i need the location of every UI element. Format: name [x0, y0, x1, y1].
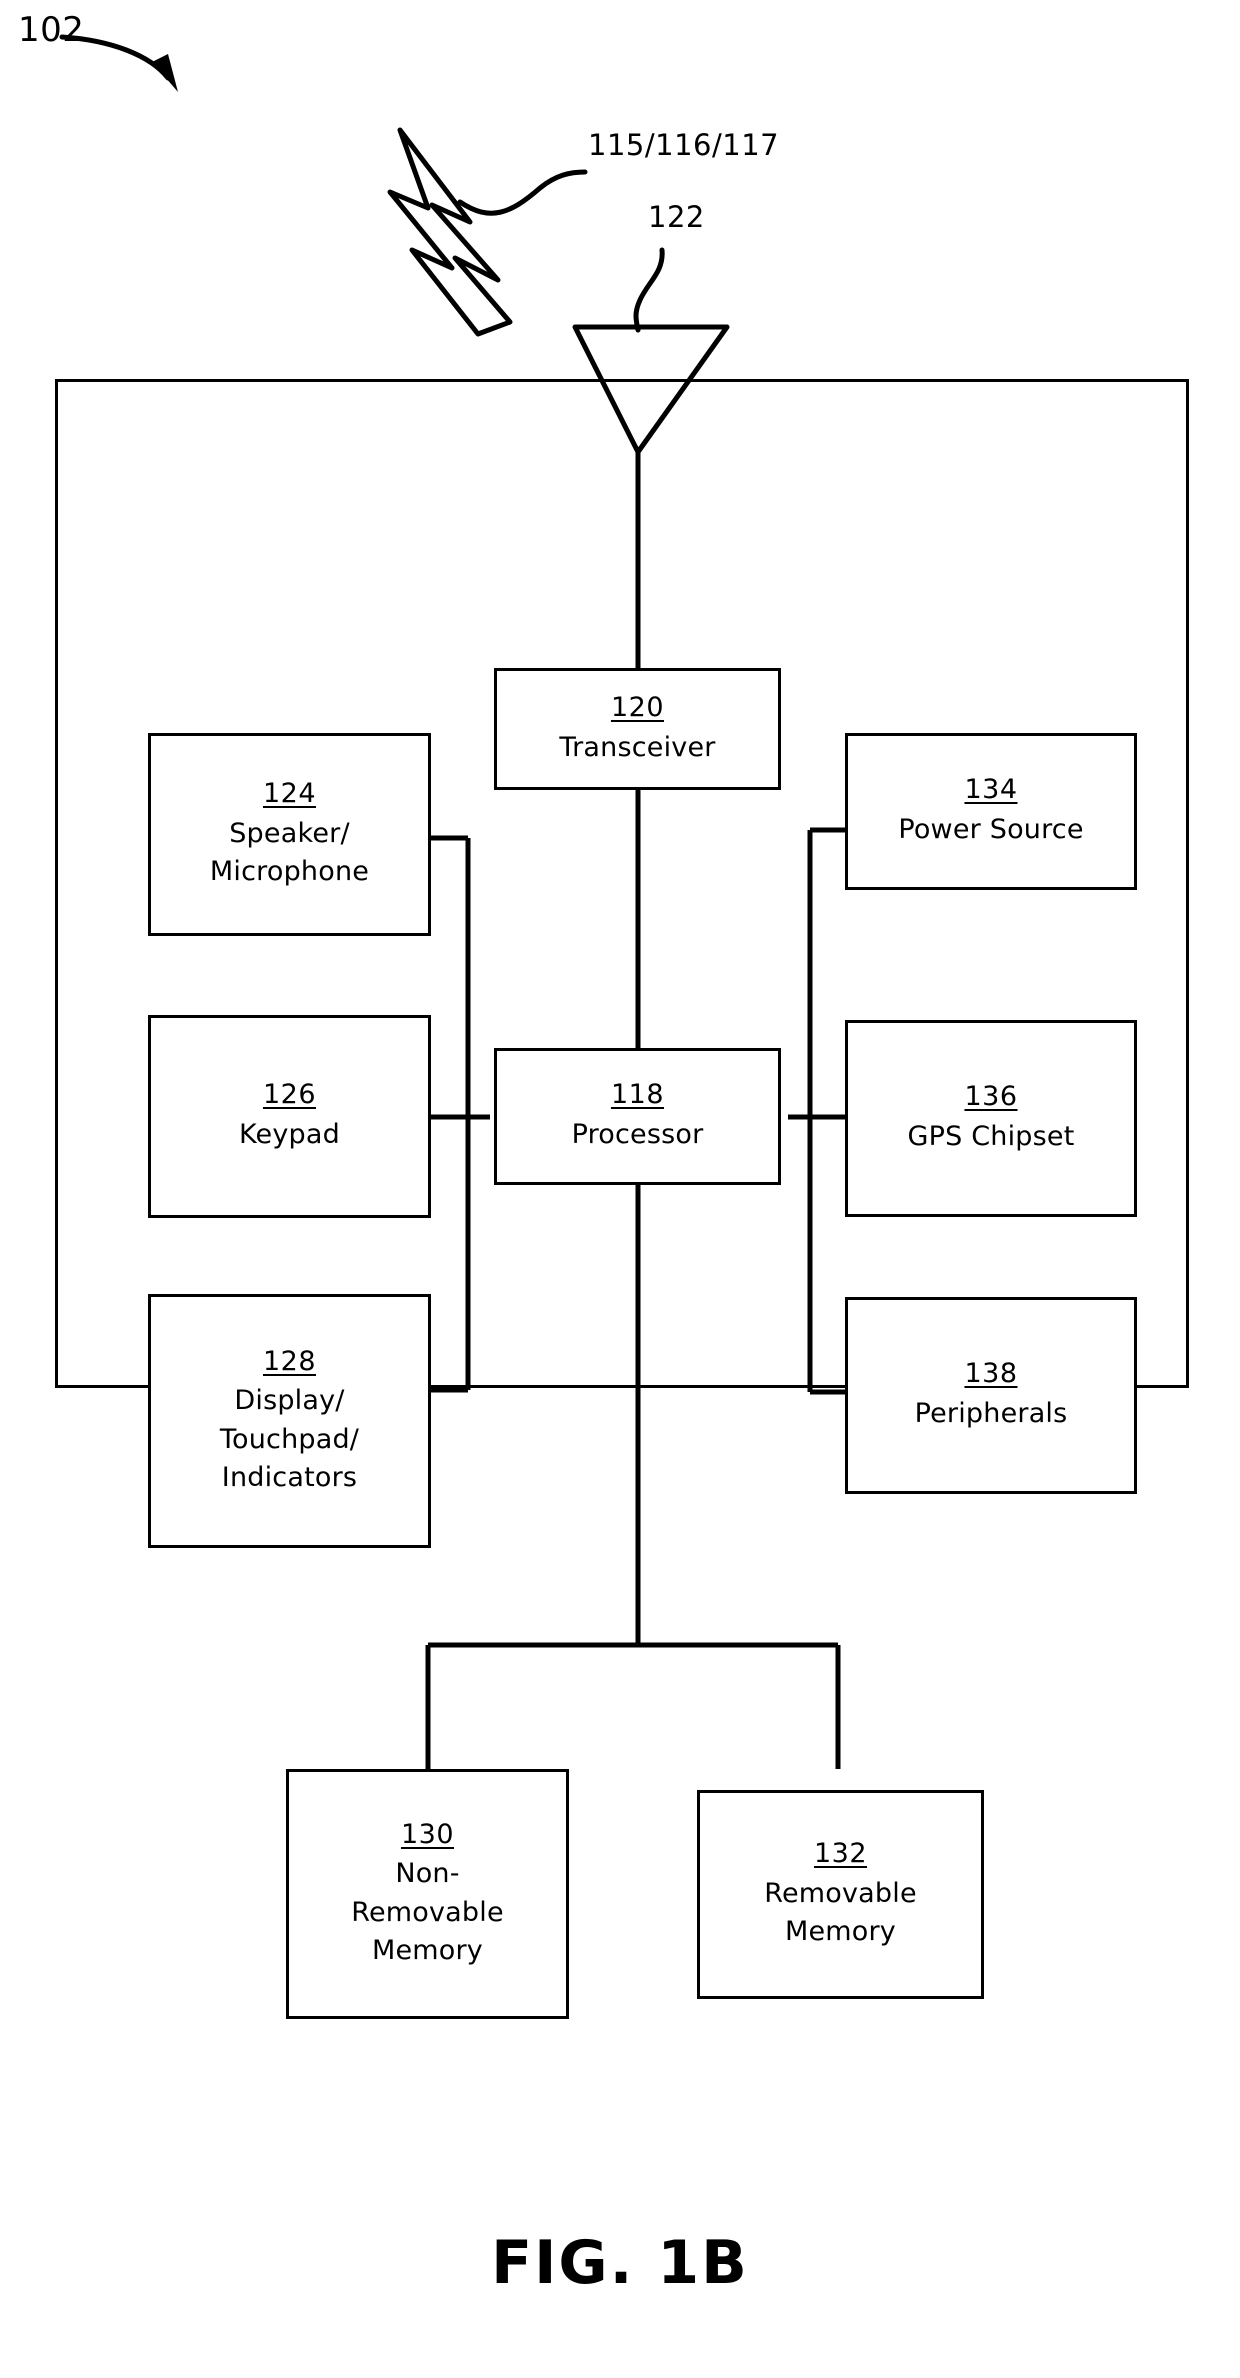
patent-figure: 102 115/116/117 122 120 Transceiver 124 … — [0, 0, 1240, 2378]
block-processor-label: Processor — [571, 1119, 704, 1151]
block-nonremovable-label: Non- Removable Memory — [351, 1858, 504, 1967]
block-transceiver-label: Transceiver — [559, 731, 716, 763]
block-keypad-label: Keypad — [239, 1119, 340, 1151]
block-keypad[interactable]: 126 Keypad — [148, 1015, 431, 1218]
block-display-label: Display/ Touchpad/ Indicators — [219, 1385, 360, 1494]
antenna-ref-label: 122 — [648, 200, 705, 234]
block-speaker-ref: 124 — [262, 778, 317, 810]
block-power-label: Power Source — [898, 814, 1084, 846]
block-display-touchpad-indicators[interactable]: 128 Display/ Touchpad/ Indicators — [148, 1294, 431, 1548]
block-power-ref: 134 — [964, 774, 1018, 806]
block-speaker-microphone[interactable]: 124 Speaker/ Microphone — [148, 733, 431, 936]
air-interface-leader — [457, 169, 588, 216]
block-processor[interactable]: 118 Processor — [494, 1048, 781, 1185]
block-processor-ref: 118 — [610, 1079, 665, 1111]
block-gps-ref: 136 — [964, 1081, 1018, 1113]
block-gps-label: GPS Chipset — [907, 1121, 1075, 1153]
block-removable-ref: 132 — [813, 1838, 868, 1870]
block-peripherals-ref: 138 — [964, 1358, 1018, 1390]
air-interface-label: 115/116/117 — [588, 128, 780, 162]
block-non-removable-memory[interactable]: 130 Non- Removable Memory — [286, 1769, 569, 2019]
device-ref-label: 102 — [18, 10, 85, 50]
block-power-source[interactable]: 134 Power Source — [845, 733, 1137, 890]
antenna-leader — [633, 247, 665, 333]
block-transceiver-ref: 120 — [610, 691, 665, 723]
block-peripherals[interactable]: 138 Peripherals — [845, 1297, 1137, 1494]
block-transceiver[interactable]: 120 Transceiver — [494, 668, 781, 790]
block-nonremovable-ref: 130 — [400, 1818, 455, 1850]
block-peripherals-label: Peripherals — [914, 1398, 1068, 1430]
block-keypad-ref: 126 — [262, 1079, 317, 1111]
figure-caption: FIG. 1B — [491, 2228, 749, 2298]
block-gps-chipset[interactable]: 136 GPS Chipset — [845, 1020, 1137, 1217]
block-removable-label: Removable Memory — [764, 1878, 917, 1948]
block-speaker-label: Speaker/ Microphone — [209, 818, 370, 888]
lightning-bolt-icon — [387, 127, 513, 337]
block-display-ref: 128 — [262, 1345, 317, 1377]
block-removable-memory[interactable]: 132 Removable Memory — [697, 1790, 984, 1999]
